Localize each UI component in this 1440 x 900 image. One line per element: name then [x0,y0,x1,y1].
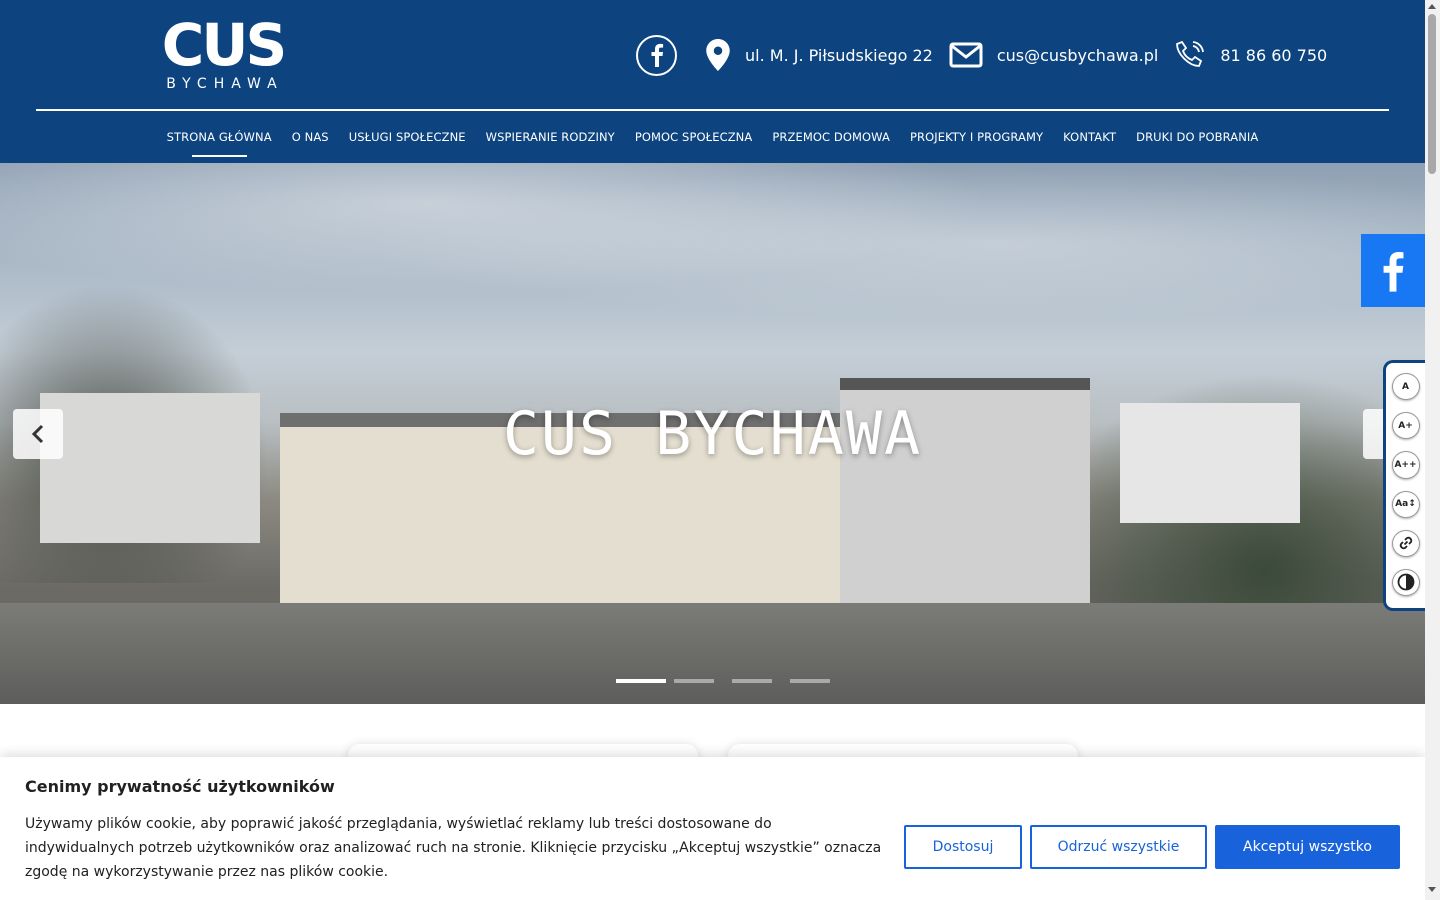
scrollbar-thumb[interactable] [1428,14,1436,174]
contrast-button[interactable] [1391,568,1420,597]
phone-icon [1176,40,1205,67]
slider-dot-2[interactable] [674,679,714,683]
slider-dot-4[interactable] [790,679,830,683]
nav-item-about[interactable]: O NAS [292,130,329,144]
highlight-links-button[interactable] [1391,529,1420,557]
facebook-icon [651,43,663,67]
line-height-button[interactable]: Aa↕ [1391,490,1420,518]
slider-dot-1[interactable] [616,679,666,683]
hero-slider: CUS BYCHAWA [0,163,1425,704]
cookie-title: Cenimy prywatność użytkowników [25,777,335,796]
contrast-icon [1397,574,1414,591]
nav-item-family-support[interactable]: WSPIERANIE RODZINY [486,130,615,144]
nav-item-downloads[interactable]: DRUKI DO POBRANIA [1136,130,1258,144]
phone-item[interactable]: 81 86 60 750 [1174,39,1327,71]
cookie-consent-banner: Cenimy prywatność użytkowników Używamy p… [0,757,1425,900]
address-text: ul. M. J. Piłsudskiego 22 [745,45,933,65]
mail-icon [949,42,983,68]
slider-prev-button[interactable] [13,409,63,459]
email-text: cus@cusbychawa.pl [996,45,1159,65]
font-size-normal-button[interactable]: A [1391,373,1420,401]
nav-item-social-assistance[interactable]: POMOC SPOŁECZNA [635,130,753,144]
cookie-description: Używamy plików cookie, aby poprawić jako… [25,816,882,880]
nav-item-projects[interactable]: PROJEKTY I PROGRAMY [910,130,1043,144]
nav-item-contact[interactable]: KONTAKT [1063,130,1116,144]
slider-dot-3[interactable] [732,679,772,683]
site-header: CUS BYCHAWA ul. M. J. Piłsudskiego 22 cu… [0,0,1425,163]
facebook-icon [1383,251,1404,292]
map-pin-icon [706,39,730,71]
phone-text: 81 86 60 750 [1220,45,1328,65]
logo-sub-text: BYCHAWA [166,76,284,92]
link-icon [1399,537,1412,550]
main-nav: STRONA GŁÓWNA O NAS USŁUGI SPOŁECZNE WSP… [0,111,1425,163]
nav-item-social-services[interactable]: USŁUGI SPOŁECZNE [349,130,466,144]
hero-title: CUS BYCHAWA [502,399,923,469]
facebook-side-button[interactable] [1361,234,1425,307]
address-item[interactable]: ul. M. J. Piłsudskiego 22 [705,39,933,71]
header-contacts: ul. M. J. Piłsudskiego 22 cus@cusbychawa… [636,34,1343,76]
chevron-left-icon [31,424,44,444]
accessibility-panel: A A+ A++ Aa↕ [1383,360,1425,611]
nav-item-home[interactable]: STRONA GŁÓWNA [167,130,272,157]
logo-main-text: CUS [161,11,287,79]
page-scrollbar[interactable] [1425,0,1440,900]
cookie-reject-all-button[interactable]: Odrzuć wszystkie [1030,825,1207,869]
email-item[interactable]: cus@cusbychawa.pl [949,42,1159,68]
scroll-down-arrow-icon[interactable] [1428,887,1436,892]
scroll-up-arrow-icon[interactable] [1428,4,1436,9]
facebook-link[interactable] [636,34,677,76]
site-logo[interactable]: CUS BYCHAWA [148,16,298,94]
nav-item-domestic-violence[interactable]: PRZEMOC DOMOWA [772,130,890,144]
hero-parking [0,603,1425,704]
slider-dots [616,679,848,683]
cookie-customize-button[interactable]: Dostosuj [904,825,1022,869]
font-size-large-button[interactable]: A+ [1391,412,1420,440]
cookie-accept-all-button[interactable]: Akceptuj wszystko [1215,825,1400,869]
font-size-xlarge-button[interactable]: A++ [1391,451,1420,479]
